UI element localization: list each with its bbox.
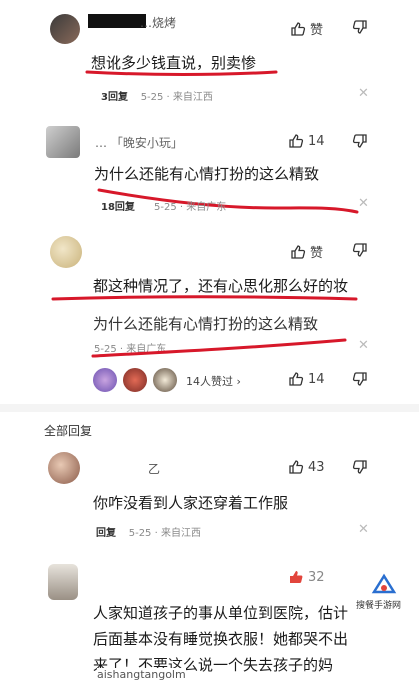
- comment-text: 你咋没看到人家还穿着工作服: [93, 494, 289, 512]
- thumbs-up-icon: [291, 21, 306, 36]
- comment-meta: 回复 5-25 · 来自江西: [96, 524, 201, 539]
- comment-meta: 3回复 5-25 · 来自江西: [101, 88, 213, 103]
- thumbs-up-icon: [289, 372, 304, 386]
- reply-count[interactable]: 18回复: [101, 202, 135, 213]
- time-location: 5-25 · 来自江西: [128, 528, 201, 539]
- thumbs-down-icon: [352, 20, 367, 34]
- dislike-button[interactable]: [352, 133, 368, 149]
- like-label: 赞: [310, 23, 324, 38]
- thumbs-down-icon: [352, 372, 367, 386]
- section-divider: [0, 404, 419, 412]
- username-overlay[interactable]: aishangtangolm: [97, 668, 186, 681]
- close-icon[interactable]: ✕: [358, 522, 369, 537]
- red-underline: [91, 338, 347, 358]
- red-underline: [51, 295, 358, 301]
- like-button[interactable]: 43: [288, 459, 325, 475]
- avatar[interactable]: [50, 14, 80, 44]
- like-count: 43: [308, 459, 325, 475]
- thumbs-up-icon: [289, 460, 304, 474]
- red-underline: [85, 70, 278, 77]
- reply-count[interactable]: 3回复: [101, 92, 128, 103]
- like-count: 14: [308, 133, 325, 149]
- liked-by-text[interactable]: 14人赞过 ›: [186, 373, 241, 389]
- close-icon[interactable]: ✕: [358, 338, 369, 353]
- comment-meta: 18回复 5-25 · 来自广东: [101, 198, 226, 213]
- like-count: 32: [308, 569, 325, 585]
- dislike-button[interactable]: [352, 371, 368, 387]
- thumbs-up-filled-icon: [290, 571, 303, 583]
- time-location: 5-25 · 来自广东: [154, 202, 227, 213]
- like-button[interactable]: 14: [288, 371, 325, 387]
- time-location: 5-25 · 来自江西: [140, 92, 213, 103]
- watermark-logo: 搜餐手游网: [356, 572, 412, 616]
- avatar[interactable]: [123, 368, 147, 392]
- comment-text-line: 人家知道孩子的事从单位到医院，估计: [93, 604, 349, 622]
- avatar[interactable]: [153, 368, 177, 392]
- comment-text-line: 后面基本没有睡觉换衣服！她都哭不出: [93, 630, 349, 648]
- username[interactable]: … 「晚安小玩」: [95, 134, 183, 151]
- avatar[interactable]: [48, 452, 80, 484]
- username[interactable]: …烧烤: [140, 14, 176, 31]
- reply-button[interactable]: 回复: [96, 528, 116, 539]
- thumbs-down-icon: [352, 460, 367, 474]
- username-redacted: [88, 14, 146, 28]
- dislike-button[interactable]: [352, 242, 368, 258]
- like-button[interactable]: 赞: [290, 242, 323, 261]
- quoted-comment: 为什么还能有心情打扮的这么精致: [93, 315, 319, 333]
- thumbs-up-icon: [289, 134, 304, 148]
- like-button-liked[interactable]: 32: [288, 569, 325, 585]
- watermark-text: 搜餐手游网: [356, 601, 402, 611]
- close-icon[interactable]: ✕: [358, 196, 369, 211]
- username[interactable]: 乙: [148, 460, 160, 477]
- thumbs-down-icon: [352, 134, 367, 148]
- thumbs-up-icon: [291, 244, 306, 259]
- close-icon[interactable]: ✕: [358, 86, 369, 101]
- like-count: 14: [308, 371, 325, 387]
- avatar[interactable]: [46, 126, 80, 158]
- like-button[interactable]: 14: [288, 133, 325, 149]
- avatar[interactable]: [48, 564, 78, 600]
- dislike-button[interactable]: [352, 459, 368, 475]
- avatar[interactable]: [50, 236, 82, 268]
- like-label: 赞: [310, 246, 324, 261]
- thumbs-down-icon: [352, 243, 367, 257]
- comment-text: 为什么还能有心情打扮的这么精致: [94, 165, 320, 183]
- avatar[interactable]: [93, 368, 117, 392]
- dislike-button[interactable]: [352, 19, 368, 35]
- like-button[interactable]: 赞: [290, 19, 323, 38]
- section-title: 全部回复: [44, 424, 93, 438]
